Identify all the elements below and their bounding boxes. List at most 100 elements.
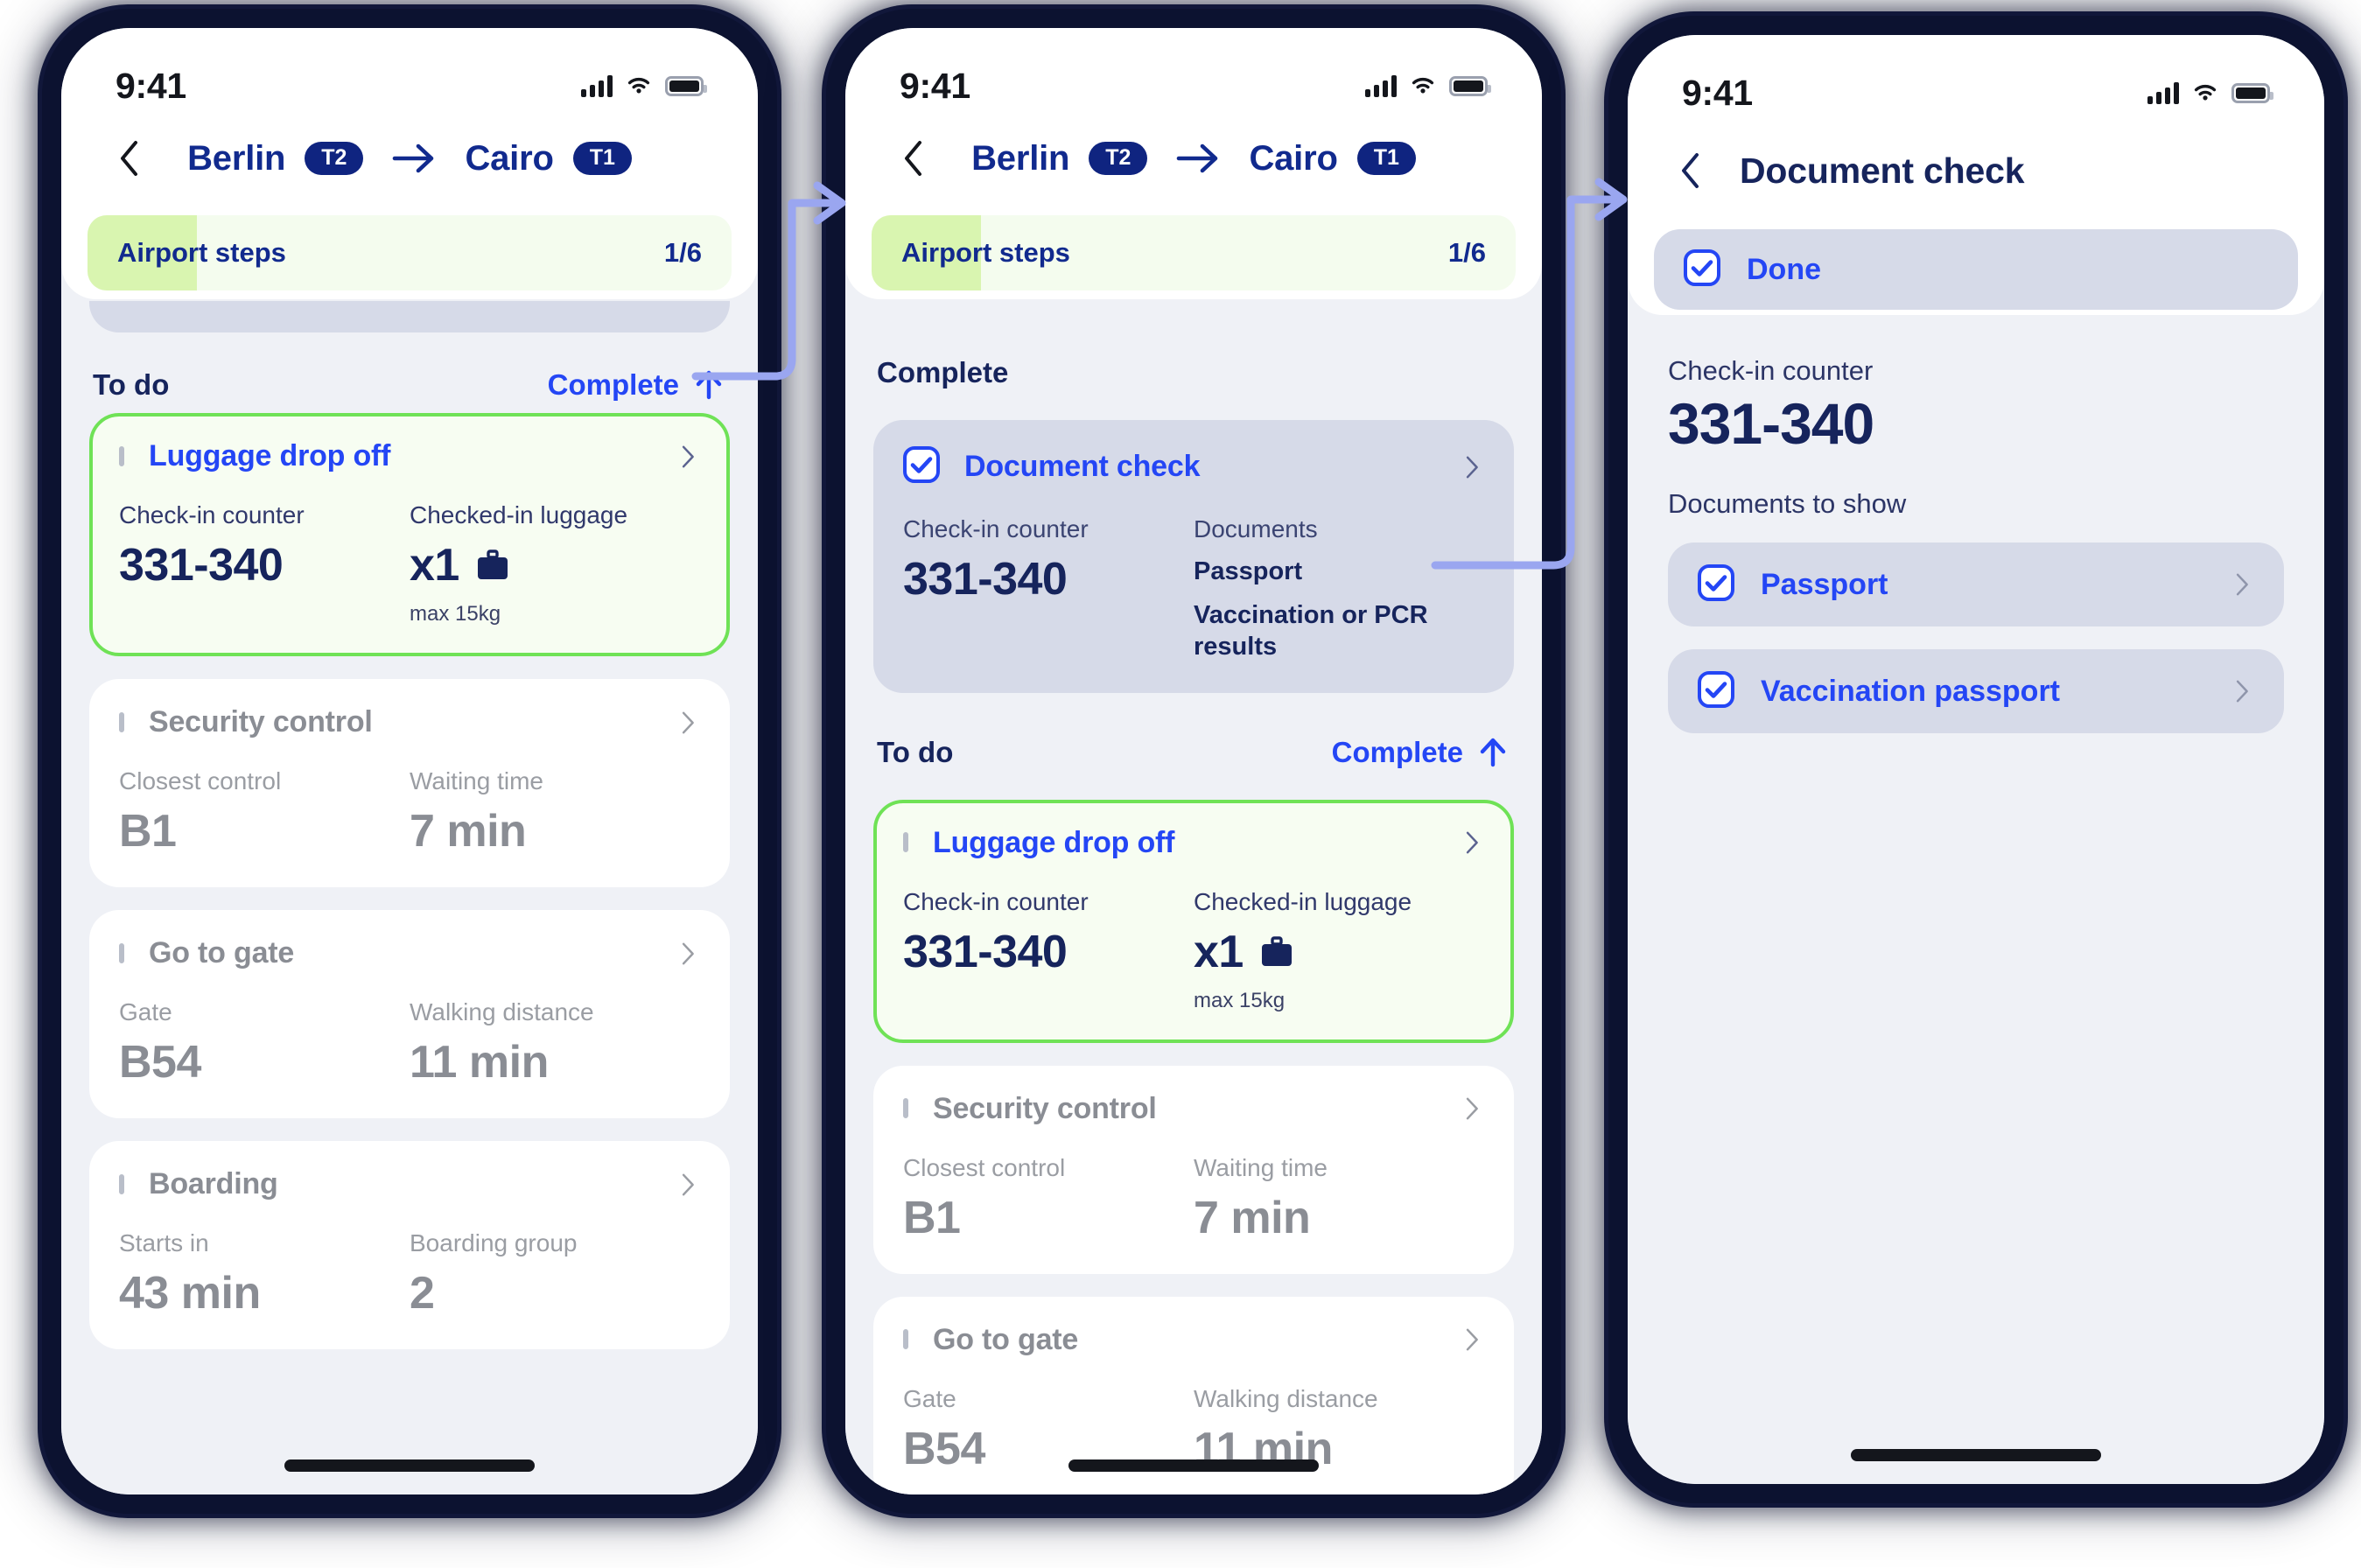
battery-icon bbox=[2231, 82, 2273, 103]
back-button-screen2[interactable] bbox=[889, 135, 936, 182]
screen2-header: 9:41 Berlin T2 Cairo T1 Airport steps 1/… bbox=[845, 28, 1542, 299]
card-column-2: Checked-in luggage x1 max 15kg bbox=[1194, 886, 1484, 1013]
checkbox-unchecked-icon[interactable] bbox=[119, 942, 124, 963]
card-column-1: Check-in counter 331-340 bbox=[903, 886, 1194, 1013]
checkbox-unchecked-icon[interactable] bbox=[119, 711, 124, 732]
progress-label: Airport steps bbox=[901, 237, 1070, 268]
column-value: B1 bbox=[119, 806, 177, 857]
chevron-right-icon bbox=[682, 942, 694, 964]
arrow-right-icon bbox=[393, 144, 434, 173]
progress-count: 1/6 bbox=[663, 237, 702, 268]
route-header-screen2[interactable]: Berlin T2 Cairo T1 bbox=[936, 139, 1451, 178]
card-header: Go to gate bbox=[903, 1323, 1484, 1357]
airport-steps-progress-screen1[interactable]: Airport steps 1/6 bbox=[61, 201, 758, 313]
screen3-header: 9:41 Document check Done bbox=[1628, 35, 2324, 315]
complete-toggle-screen1[interactable]: Complete bbox=[548, 368, 726, 402]
column-subtext: max 15kg bbox=[410, 602, 501, 626]
card-header: Go to gate bbox=[119, 936, 700, 970]
done-row[interactable]: Done bbox=[1654, 229, 2298, 310]
screen3-body: Check-in counter 331-340 Documents to sh… bbox=[1628, 317, 2324, 1484]
screen1-scroll-body[interactable]: To do Complete Luggage drop off Check-in … bbox=[61, 332, 758, 1494]
status-icons bbox=[1365, 74, 1491, 97]
destination-terminal-badge: T1 bbox=[572, 142, 632, 175]
checkbox-unchecked-icon[interactable] bbox=[119, 445, 124, 466]
column-value: 7 min bbox=[1194, 1192, 1311, 1243]
task-card[interactable]: Security control Closest control B1 Waiting… bbox=[89, 679, 730, 887]
documents-list[interactable]: Passport Vaccination passport bbox=[1668, 542, 2284, 733]
column-label: Check-in counter bbox=[119, 501, 305, 528]
home-indicator-2 bbox=[1068, 1460, 1319, 1472]
route-header-screen1[interactable]: Berlin T2 Cairo T1 bbox=[152, 139, 667, 178]
checkbox-checked-icon[interactable] bbox=[1698, 670, 1734, 712]
screen2-complete-card-slot[interactable]: Document check Check-in counter 331-340 Doc… bbox=[845, 420, 1542, 693]
card-columns: Closest control B1 Waiting time 7 min bbox=[119, 766, 700, 858]
arrow-right-icon bbox=[1177, 144, 1218, 173]
column-value: B54 bbox=[119, 1037, 201, 1088]
screen2-scroll-body[interactable]: Complete Document check Check-in counter 3… bbox=[845, 301, 1542, 1494]
task-card[interactable]: Security control Closest control B1 Waiting… bbox=[873, 1065, 1514, 1274]
column-label: Checked-in luggage bbox=[410, 501, 628, 528]
document-item: Vaccination or PCR results bbox=[1194, 600, 1428, 661]
task-card[interactable]: Boarding Starts in 43 min Boarding group 2 bbox=[89, 1141, 730, 1349]
complete-toggle-screen2[interactable]: Complete bbox=[1332, 735, 1510, 770]
checkbox-unchecked-icon[interactable] bbox=[119, 1173, 124, 1194]
column-label: Waiting time bbox=[410, 767, 544, 794]
screen1-topnav: Berlin T2 Cairo T1 bbox=[61, 116, 758, 201]
documents-to-show-label: Documents to show bbox=[1668, 488, 1907, 519]
signal-bars-icon bbox=[581, 74, 613, 97]
column-value: 11 min bbox=[410, 1037, 549, 1088]
wifi-icon bbox=[2194, 85, 2217, 101]
checkbox-checked-icon[interactable] bbox=[903, 446, 940, 487]
card-title: Luggage drop off bbox=[149, 439, 391, 472]
status-time: 9:41 bbox=[116, 65, 186, 106]
card-column-1: Check-in counter 331-340 bbox=[903, 514, 1194, 663]
checkbox-unchecked-icon[interactable] bbox=[903, 832, 908, 853]
screen1-card-list[interactable]: Luggage drop off Check-in counter 331-340 C… bbox=[61, 413, 758, 1349]
column-label: Checked-in luggage bbox=[1194, 887, 1412, 915]
column-label: Gate bbox=[119, 998, 172, 1026]
progress-count: 1/6 bbox=[1447, 237, 1486, 268]
card-header: Luggage drop off bbox=[903, 826, 1484, 860]
card-columns: Starts in 43 min Boarding group 2 bbox=[119, 1228, 700, 1320]
card-title: Security control bbox=[149, 705, 373, 738]
origin-city: Berlin bbox=[187, 138, 286, 178]
checkin-counter-label: Check-in counter bbox=[1668, 355, 1874, 386]
destination-city: Cairo bbox=[1249, 138, 1338, 178]
screen1-header: 9:41 Berlin T2 Cairo T1 Airport steps 1/… bbox=[61, 28, 758, 299]
checkbox-unchecked-icon[interactable] bbox=[903, 1098, 908, 1119]
chevron-right-icon bbox=[682, 1173, 694, 1195]
chevron-right-icon bbox=[1466, 456, 1478, 478]
card-header: Security control bbox=[903, 1092, 1484, 1126]
card-title: Security control bbox=[933, 1091, 1157, 1125]
chevron-right-icon bbox=[2236, 680, 2248, 703]
done-checkbox[interactable] bbox=[1684, 248, 1720, 290]
chevron-right-icon bbox=[1466, 831, 1478, 854]
destination-terminal-badge: T1 bbox=[1356, 142, 1416, 175]
home-indicator-3 bbox=[1851, 1449, 2101, 1461]
task-card[interactable]: Luggage drop off Check-in counter 331-340 C… bbox=[873, 799, 1514, 1043]
column-label: Closest control bbox=[119, 767, 282, 794]
airport-steps-progress-screen2[interactable]: Airport steps 1/6 bbox=[845, 201, 1542, 313]
checkbox-checked-icon[interactable] bbox=[1698, 564, 1734, 606]
wifi-icon bbox=[1412, 78, 1434, 94]
task-card[interactable]: Document check Check-in counter 331-340 Doc… bbox=[873, 420, 1514, 693]
back-button-screen3[interactable] bbox=[1666, 147, 1713, 194]
checkbox-unchecked-icon[interactable] bbox=[903, 1329, 908, 1350]
task-card[interactable]: Luggage drop off Check-in counter 331-340 C… bbox=[89, 413, 730, 656]
document-row[interactable]: Vaccination passport bbox=[1668, 649, 2284, 733]
home-indicator-1 bbox=[284, 1460, 535, 1472]
screen2-card-list[interactable]: Luggage drop off Check-in counter 331-340 C… bbox=[845, 799, 1542, 1494]
card-header: Document check bbox=[903, 446, 1484, 487]
card-column-1: Check-in counter 331-340 bbox=[119, 500, 410, 626]
task-card[interactable]: Go to gate Gate B54 Walking distance 11 min bbox=[89, 910, 730, 1118]
status-bar: 9:41 bbox=[61, 28, 758, 124]
document-row[interactable]: Passport bbox=[1668, 542, 2284, 626]
card-column-2: Waiting time 7 min bbox=[410, 766, 700, 858]
back-button-screen1[interactable] bbox=[105, 135, 152, 182]
card-columns: Check-in counter 331-340 Checked-in luggag… bbox=[119, 500, 700, 626]
column-label: Check-in counter bbox=[903, 515, 1089, 542]
flow-diagram-canvas: 9:41 Berlin T2 Cairo T1 Airport steps 1/… bbox=[0, 0, 2361, 1568]
section-title-todo: To do bbox=[877, 735, 954, 768]
card-column-1: Starts in 43 min bbox=[119, 1228, 410, 1320]
column-label: Waiting time bbox=[1194, 1153, 1328, 1181]
